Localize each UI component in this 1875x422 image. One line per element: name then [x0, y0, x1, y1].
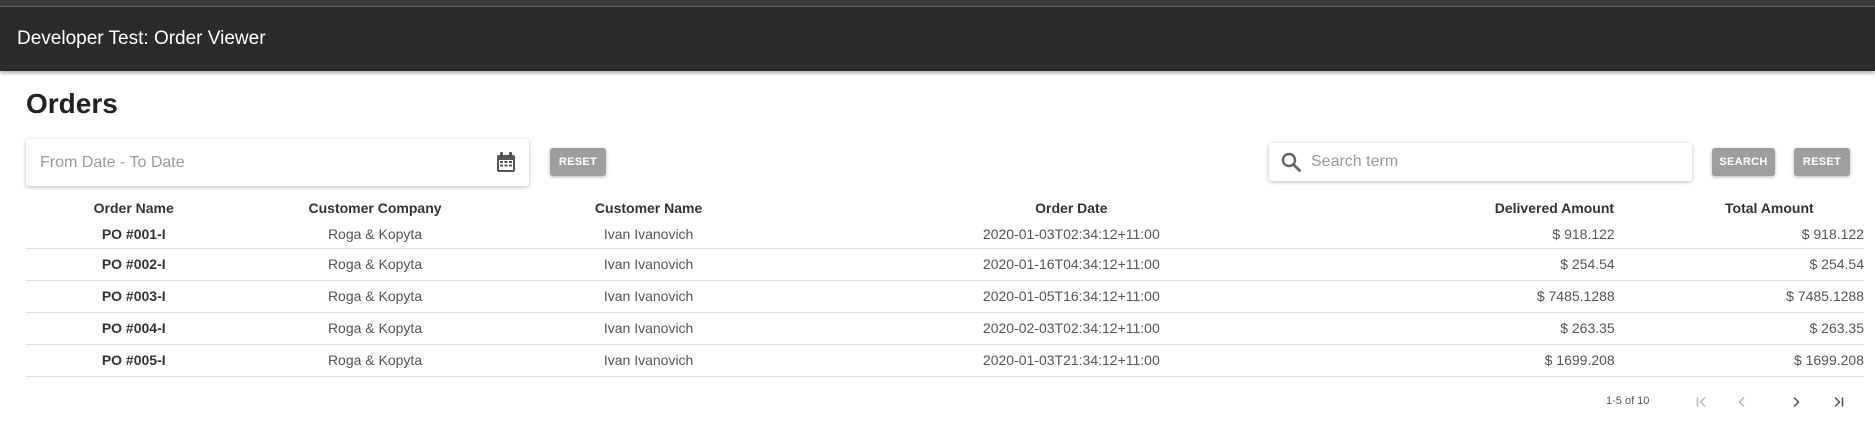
cell-customer-name: Ivan Ivanovich — [508, 344, 789, 377]
cell-delivered-amount: $ 7485.1288 — [1354, 280, 1615, 313]
chevron-right-icon — [1793, 396, 1800, 408]
cell-order-date: 2020-01-03T21:34:12+11:00 — [788, 344, 1355, 377]
app-bar: Developer Test: Order Viewer — [0, 7, 1875, 71]
first-page-button[interactable] — [1692, 393, 1712, 411]
cell-customer-company: Roga & Kopyta — [241, 344, 509, 377]
cell-customer-name: Ivan Ivanovich — [508, 280, 789, 313]
cell-order-date: 2020-01-16T04:34:12+11:00 — [788, 248, 1355, 281]
cell-delivered-amount: $ 918.122 — [1354, 220, 1615, 249]
header-order-date[interactable]: Order Date — [789, 196, 1355, 220]
cell-total-amount: $ 1699.208 — [1614, 344, 1864, 377]
date-reset-button[interactable]: RESET — [550, 148, 606, 176]
cell-total-amount: $ 254.54 — [1614, 248, 1864, 281]
table-row[interactable]: PO #001-I Roga & Kopyta Ivan Ivanovich 2… — [26, 220, 1864, 249]
table-header-row: Order Name Customer Company Customer Nam… — [26, 196, 1864, 220]
pagination-range-label: 1-5 of 10 — [1606, 395, 1650, 407]
cell-customer-name: Ivan Ivanovich — [508, 312, 789, 345]
cell-customer-name: Ivan Ivanovich — [508, 220, 789, 249]
date-range-input[interactable] — [38, 152, 478, 173]
search-button[interactable]: SEARCH — [1712, 148, 1775, 176]
cell-order-date: 2020-01-05T16:34:12+11:00 — [788, 280, 1355, 313]
cell-total-amount: $ 918.122 — [1614, 220, 1864, 249]
cell-customer-name: Ivan Ivanovich — [508, 248, 789, 281]
cell-order-name: PO #005-I — [26, 344, 242, 377]
cell-order-date: 2020-02-03T02:34:12+11:00 — [788, 312, 1355, 345]
page-title: Orders — [26, 88, 118, 119]
cell-total-amount: $ 7485.1288 — [1614, 280, 1864, 313]
cell-order-date: 2020-01-03T02:34:12+11:00 — [788, 220, 1355, 249]
chevron-left-icon — [1738, 396, 1745, 408]
table-row[interactable]: PO #003-I Roga & Kopyta Ivan Ivanovich 2… — [26, 280, 1864, 313]
first-page-icon — [1696, 396, 1706, 408]
cell-total-amount: $ 263.35 — [1614, 312, 1864, 345]
cell-order-name: PO #004-I — [26, 312, 242, 345]
search-reset-button[interactable]: RESET — [1794, 148, 1850, 176]
cell-delivered-amount: $ 254.54 — [1354, 248, 1615, 281]
cell-customer-company: Roga & Kopyta — [241, 312, 509, 345]
cell-customer-company: Roga & Kopyta — [241, 220, 509, 249]
header-delivered-amount[interactable]: Delivered Amount — [1354, 196, 1615, 220]
last-page-icon — [1834, 396, 1844, 408]
calendar-icon[interactable] — [497, 152, 515, 172]
search-field[interactable] — [1269, 143, 1692, 181]
header-customer-company[interactable]: Customer Company — [241, 196, 508, 220]
prev-page-button[interactable] — [1732, 393, 1752, 411]
table-row[interactable]: PO #004-I Roga & Kopyta Ivan Ivanovich 2… — [26, 312, 1864, 345]
cell-delivered-amount: $ 263.35 — [1354, 312, 1615, 345]
window-top-strip — [0, 0, 1875, 7]
table-row[interactable]: PO #005-I Roga & Kopyta Ivan Ivanovich 2… — [26, 344, 1864, 377]
table-row[interactable]: PO #002-I Roga & Kopyta Ivan Ivanovich 2… — [26, 248, 1864, 281]
cell-order-name: PO #003-I — [26, 280, 242, 313]
cell-order-name: PO #001-I — [26, 220, 242, 249]
app-title: Developer Test: Order Viewer — [17, 28, 266, 49]
header-customer-name[interactable]: Customer Name — [509, 196, 789, 220]
last-page-button[interactable] — [1828, 393, 1848, 411]
search-icon — [1281, 152, 1301, 172]
orders-table: Order Name Customer Company Customer Nam… — [26, 196, 1864, 377]
header-order-name[interactable]: Order Name — [26, 196, 241, 220]
cell-customer-company: Roga & Kopyta — [241, 280, 509, 313]
header-total-amount[interactable]: Total Amount — [1615, 196, 1864, 220]
cell-customer-company: Roga & Kopyta — [241, 248, 509, 281]
cell-order-name: PO #002-I — [26, 248, 242, 281]
search-input[interactable] — [1309, 152, 1679, 172]
next-page-button[interactable] — [1786, 393, 1806, 411]
date-range-field[interactable] — [26, 139, 529, 186]
cell-delivered-amount: $ 1699.208 — [1354, 344, 1615, 377]
